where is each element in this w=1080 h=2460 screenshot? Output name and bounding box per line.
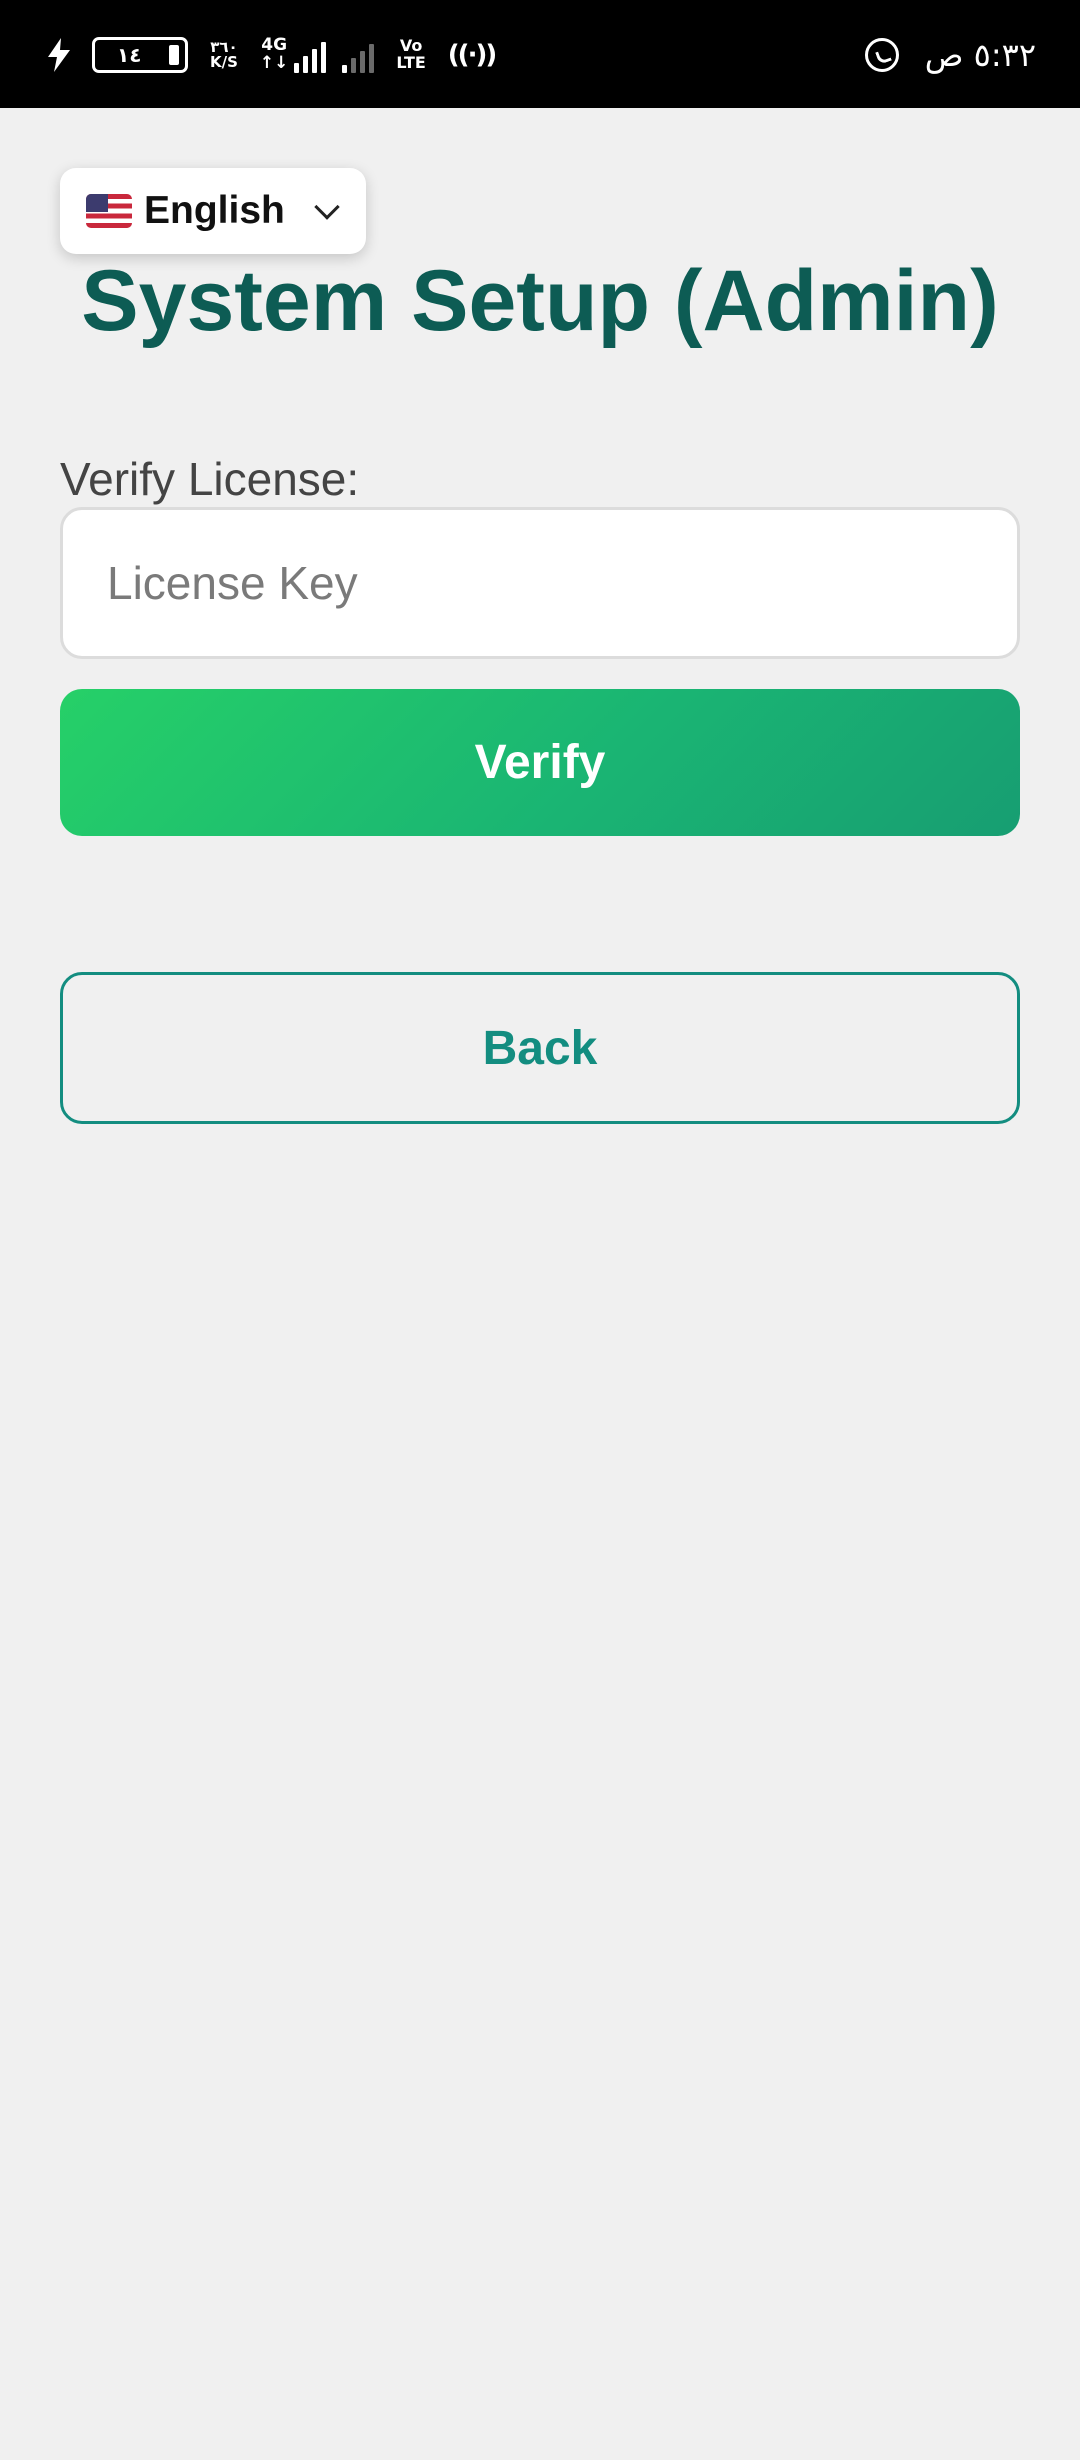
network-group: 4G ↑↓ [259,36,375,73]
signal-icon-secondary [342,39,375,73]
network-arrows-icon: ↑↓ [259,53,289,73]
chevron-down-icon [314,194,340,220]
license-key-input[interactable] [60,507,1020,659]
status-bar: ١٤ ٣٦٠ K/S 4G ↑↓ Vo LTE ((·)) ٥:٣٢ ص [0,0,1080,108]
status-bar-right: ٥:٣٢ ص [864,30,1036,80]
battery-level: ١٤ [117,43,142,67]
battery-icon: ١٤ [92,37,188,73]
whatsapp-icon [864,38,899,72]
charging-bolt-icon [48,38,70,72]
net-speed-unit: K/S [210,53,238,71]
signal-icon [294,39,327,73]
volte-bottom: LTE [396,53,426,72]
language-label: English [144,189,285,232]
page-title: System Setup (Admin) [81,253,999,349]
license-label: Verify License: [60,453,360,505]
us-flag-icon [86,194,132,228]
verify-button[interactable]: Verify [60,689,1020,836]
network-type: 4G ↑↓ [259,36,289,73]
volte-indicator: Vo LTE [396,37,426,72]
clock: ٥:٣٢ ص [924,36,1036,74]
back-button[interactable]: Back [60,972,1020,1124]
hotspot-icon: ((·)) [447,40,497,70]
battery-fill [169,45,179,65]
language-selector[interactable]: English [60,168,366,254]
status-bar-left: ١٤ ٣٦٠ K/S 4G ↑↓ Vo LTE ((·)) [48,30,497,80]
net-speed: ٣٦٠ K/S [210,40,238,70]
